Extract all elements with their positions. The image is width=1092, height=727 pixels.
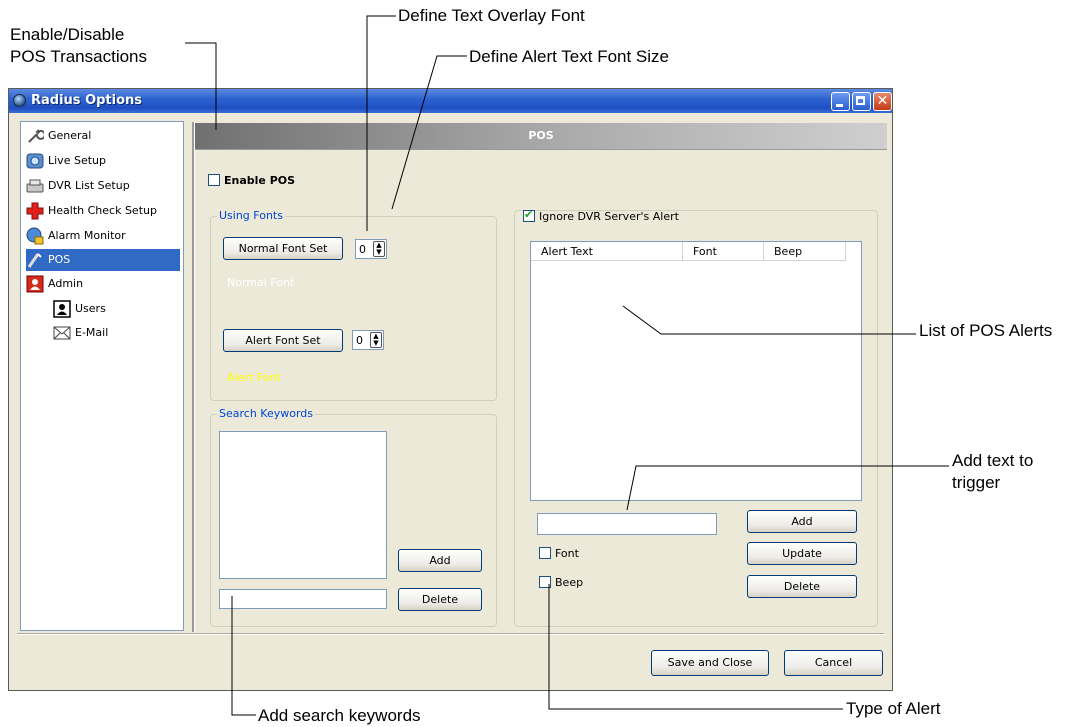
title-bar[interactable]: Radius Options ✕ [9,89,892,113]
keyword-input[interactable] [219,589,387,609]
sidebar-item-live-setup[interactable]: Live Setup [26,150,176,172]
sidebar-item-admin[interactable]: Admin [26,273,176,295]
sidebar-item-label: DVR List Setup [48,179,130,192]
sidebar-item-alarm-monitor[interactable]: Alarm Monitor [26,225,176,247]
keywords-list[interactable] [219,431,387,579]
envelope-icon [53,326,71,340]
admin-user-icon [26,275,44,293]
using-fonts-title: Using Fonts [217,209,285,222]
column-header-beep[interactable]: Beep [764,242,846,261]
annotation-define-alert-size: Define Alert Text Font Size [469,47,670,66]
panel-divider [192,122,195,632]
enable-pos-checkbox[interactable] [208,174,220,186]
live-camera-icon [26,153,44,169]
column-header-font[interactable]: Font [683,242,764,261]
alert-font-size-spinner[interactable]: 0 ▲ ▼ [352,330,384,350]
alert-text-input[interactable] [537,513,717,535]
health-cross-icon [26,202,44,220]
annotation-type-alert: Type of Alert [846,699,941,718]
sidebar-item-label: Health Check Setup [48,204,157,217]
alert-font-checkbox[interactable] [539,547,551,559]
annotation-pos-transactions: POS Transactions [10,47,148,66]
app-globe-icon [13,94,26,107]
alert-font-label: Font [555,547,579,560]
annotation-add-text-2: trigger [952,473,1001,492]
ignore-dvr-alert-label: Ignore DVR Server's Alert [539,210,679,223]
annotation-list-alerts: List of POS Alerts [919,321,1053,340]
sidebar-item-label: General [48,129,92,142]
spin-arrows-icon[interactable]: ▲ ▼ [370,332,382,348]
sidebar-item-dvr-list-setup[interactable]: DVR List Setup [26,175,176,197]
annotation-enable-disable: Enable/Disable [10,25,125,44]
radius-options-window: Radius Options ✕ General Live Setup DVR … [8,88,893,691]
close-icon: ✕ [876,93,889,109]
normal-font-size-value: 0 [359,243,366,256]
sidebar-item-email[interactable]: E-Mail [53,322,173,344]
alert-delete-button[interactable]: Delete [747,575,857,598]
sidebar-item-label: Users [75,302,106,315]
sidebar-item-health-check[interactable]: Health Check Setup [26,200,176,222]
alert-beep-checkbox[interactable] [539,576,551,588]
pos-alerts-list[interactable]: Alert Text Font Beep [530,241,862,501]
alert-font-set-button[interactable]: Alert Font Set [223,329,343,352]
spin-arrows-icon[interactable]: ▲ ▼ [373,241,385,257]
alert-font-size-value: 0 [356,334,363,347]
annotation-add-keywords: Add search keywords [258,706,421,725]
keyword-add-button[interactable]: Add [398,549,482,572]
alert-beep-label: Beep [555,576,584,589]
normal-font-set-button[interactable]: Normal Font Set [223,237,343,260]
annotation-define-overlay-font: Define Text Overlay Font [398,6,585,25]
ignore-dvr-alert-checkbox[interactable] [523,208,535,222]
sidebar-item-users[interactable]: Users [53,298,173,320]
pos-wand-icon [27,253,42,268]
sidebar-item-label: Live Setup [48,154,106,167]
sidebar-item-general[interactable]: General [26,125,176,147]
sidebar-item-pos[interactable]: POS [26,249,180,271]
wrench-icon [28,129,44,143]
enable-pos-label: Enable POS [224,174,296,187]
keyword-delete-button[interactable]: Delete [398,588,482,611]
annotation-add-text-1: Add text to [952,451,1034,470]
dvr-device-icon [26,179,44,193]
options-tree[interactable]: General Live Setup DVR List Setup Health… [20,121,184,631]
sidebar-item-label: POS [48,253,71,266]
sidebar-item-label: Admin [48,277,84,290]
minimize-icon [832,93,849,110]
user-icon [53,300,71,318]
alert-update-button[interactable]: Update [747,542,857,565]
normal-font-preview: Normal Font [227,276,295,289]
window-title: Radius Options [31,93,143,108]
save-and-close-button[interactable]: Save and Close [651,650,769,676]
alert-add-button[interactable]: Add [747,510,857,533]
close-button[interactable]: ✕ [873,92,892,111]
search-keywords-title: Search Keywords [217,407,315,420]
maximize-button[interactable] [852,92,871,111]
alert-font-preview: Alert Font [227,371,281,384]
section-header: POS [195,123,887,150]
cancel-button[interactable]: Cancel [784,650,883,676]
column-header-alert-text[interactable]: Alert Text [531,242,683,261]
sidebar-item-label: Alarm Monitor [48,229,126,242]
normal-font-size-spinner[interactable]: 0 ▲ ▼ [355,239,387,259]
minimize-button[interactable] [831,92,850,111]
footer-separator [17,633,884,635]
section-title: POS [528,129,554,142]
maximize-icon [853,93,870,110]
alarm-globe-icon [26,227,44,245]
sidebar-item-label: E-Mail [75,326,109,339]
